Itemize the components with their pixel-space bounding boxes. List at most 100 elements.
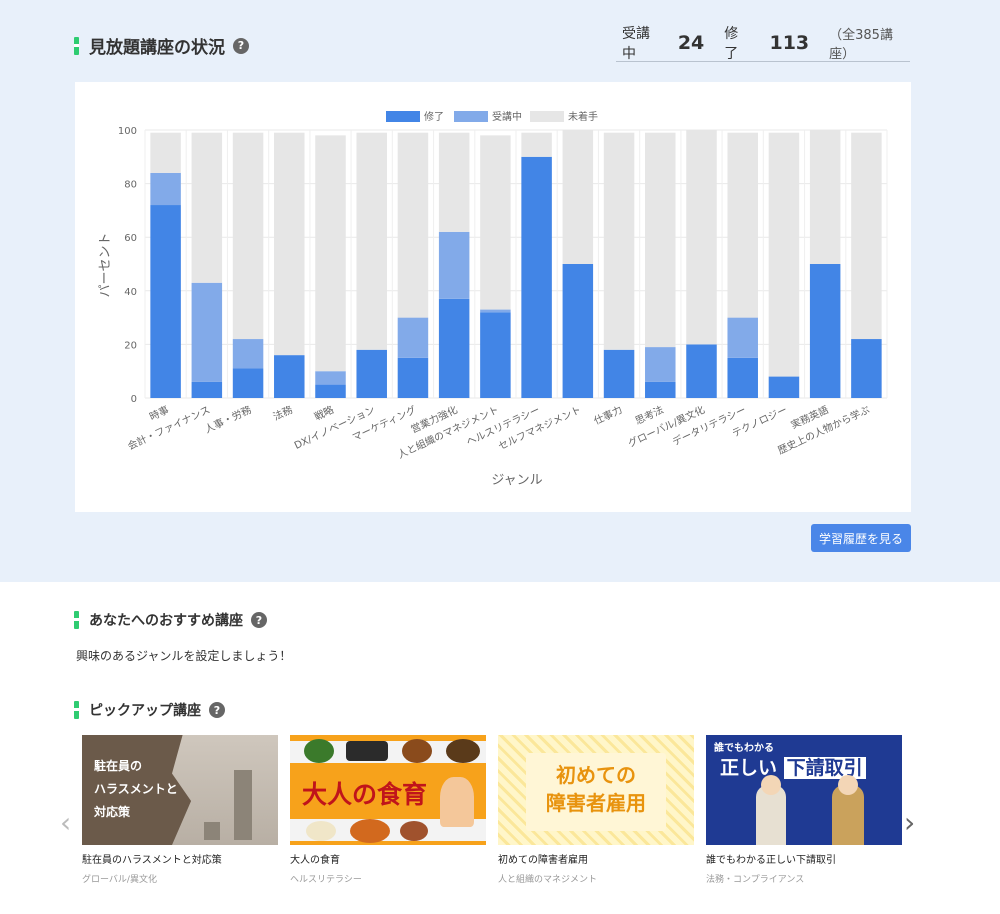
help-icon[interactable]: ?	[251, 612, 267, 628]
x-axis-ticks: 時事会計・ファイナンス人事・労務 法務 戦略DX/イノベーションマーケティング営業力…	[125, 403, 871, 461]
bar-segment[interactable]	[562, 130, 594, 264]
bar-segment[interactable]	[521, 132, 552, 157]
bar-segment[interactable]	[438, 132, 470, 232]
course-card[interactable]: 初めての 障害者雇用 初めての障害者雇用 人と組織のマネジメント	[498, 735, 694, 885]
y-tick-label: 0	[131, 394, 137, 405]
y-tick-label: 80	[124, 180, 137, 191]
bar-segment[interactable]	[232, 368, 264, 398]
y-tick-label: 100	[118, 126, 137, 137]
course-thumbnail[interactable]: 誰でもわかる 正しい 下請取引	[706, 735, 902, 845]
bar-segment[interactable]	[191, 282, 223, 382]
course-title[interactable]: 誰でもわかる正しい下請取引	[706, 851, 902, 866]
course-title[interactable]: 初めての障害者雇用	[498, 851, 694, 866]
course-thumbnail[interactable]: 初めての 障害者雇用	[498, 735, 694, 845]
thumb-line: 障害者雇用	[546, 791, 646, 815]
course-genre: ヘルスリテラシー	[290, 875, 362, 885]
thumb-background-shape	[172, 735, 278, 845]
completed-label: 修了	[724, 25, 739, 62]
legend-label[interactable]: 修了	[424, 110, 444, 123]
thumb-text: 大人の食育	[302, 780, 428, 809]
bar-segment[interactable]	[397, 357, 429, 398]
help-icon[interactable]: ?	[233, 37, 249, 54]
pillar-figure	[234, 770, 252, 840]
bar-segment[interactable]	[603, 349, 635, 398]
thumb-text: 駐在員の ハラスメントと 対応策	[94, 755, 178, 824]
legend-swatch[interactable]	[386, 111, 420, 122]
bar-segment[interactable]	[809, 264, 841, 398]
bar-segment[interactable]	[356, 349, 387, 398]
section-marker	[74, 611, 79, 629]
bar-segment[interactable]	[150, 172, 181, 206]
genre-progress-chart: 修了 受講中 未着手 0 20 40 60 80 100 時事会計・ファイナンス人事・労務 法務…	[98, 110, 888, 488]
bar-segment[interactable]	[645, 381, 676, 398]
course-card[interactable]: 大人の食育 大人の食育 ヘルスリテラシー	[290, 735, 486, 885]
bar-segment[interactable]	[480, 135, 511, 310]
thumb-line: ハラスメントと	[94, 782, 178, 796]
bar-segment[interactable]	[315, 384, 346, 398]
bar-segment[interactable]	[356, 132, 387, 350]
bar-segment[interactable]	[727, 317, 758, 358]
x-axis-label: ジャンル	[491, 473, 542, 488]
bar-segment[interactable]	[232, 132, 264, 340]
course-title[interactable]: 大人の食育	[290, 851, 486, 866]
y-tick-label: 40	[124, 287, 137, 298]
bar-segment[interactable]	[768, 132, 800, 377]
y-axis-ticks: 0 20 40 60 80 100	[118, 126, 137, 405]
bar-segment[interactable]	[438, 231, 470, 299]
bar-segment[interactable]	[315, 135, 346, 372]
legend-label[interactable]: 未着手	[568, 110, 598, 123]
in-progress-label: 受講中	[622, 25, 650, 62]
help-icon[interactable]: ?	[209, 702, 225, 718]
person-illustration	[440, 777, 474, 827]
legend-swatch[interactable]	[530, 111, 564, 122]
bar-segment[interactable]	[150, 205, 181, 398]
bar-segment[interactable]	[315, 371, 346, 385]
bar-segment[interactable]	[480, 312, 511, 398]
section-marker	[74, 701, 79, 719]
course-title[interactable]: 駐在員のハラスメントと対応策	[82, 851, 278, 866]
legend-label[interactable]: 受講中	[492, 110, 522, 123]
bar-segment[interactable]	[768, 376, 800, 398]
course-thumbnail[interactable]: 大人の食育	[290, 735, 486, 845]
bar-segment[interactable]	[809, 130, 841, 264]
thumb-text: 初めての 障害者雇用	[498, 761, 694, 817]
bar-segment[interactable]	[645, 132, 676, 348]
bar-segment[interactable]	[150, 132, 181, 173]
bar-segment[interactable]	[480, 309, 511, 313]
bar-segment[interactable]	[686, 130, 717, 345]
bar-segment[interactable]	[727, 132, 758, 318]
course-card[interactable]: 誰でもわかる 正しい 下請取引 誰でもわかる正しい下請取引 法務・コンプライアン…	[706, 735, 902, 885]
bar-segment[interactable]	[521, 156, 552, 398]
bar-segment[interactable]	[645, 347, 676, 382]
x-tick-label: 時事	[147, 403, 171, 423]
bar-segment[interactable]	[686, 344, 717, 398]
bar-segment[interactable]	[397, 132, 429, 318]
bar-segment[interactable]	[438, 298, 470, 398]
in-progress-count: 24	[677, 31, 705, 54]
course-card[interactable]: 駐在員の ハラスメントと 対応策 駐在員のハラスメントと対応策 グローバル/異文…	[82, 735, 278, 885]
course-genre: 法務・コンプライアンス	[706, 875, 805, 885]
course-stats: 受講中 24 修了 113 （全385講座）	[616, 24, 910, 62]
carousel-prev-arrow[interactable]: ‹	[60, 806, 71, 839]
bar-segment[interactable]	[274, 355, 305, 398]
bar-segment[interactable]	[562, 264, 594, 398]
course-thumbnail[interactable]: 駐在員の ハラスメントと 対応策	[82, 735, 278, 845]
bar-segment[interactable]	[191, 381, 223, 398]
legend-swatch[interactable]	[454, 111, 488, 122]
food-image	[446, 739, 480, 763]
bar-segment[interactable]	[397, 317, 429, 358]
bar-segment[interactable]	[191, 132, 223, 283]
bar-segment[interactable]	[851, 132, 882, 340]
bar-segment[interactable]	[232, 339, 264, 369]
carousel-next-arrow[interactable]: ›	[904, 806, 915, 839]
person-head	[761, 775, 781, 795]
bar-segment[interactable]	[274, 132, 305, 356]
bar-segment[interactable]	[603, 132, 635, 350]
course-genre: グローバル/異文化	[82, 875, 157, 885]
y-tick-label: 20	[124, 340, 137, 351]
bar-segment[interactable]	[727, 357, 758, 398]
bar-segment[interactable]	[851, 339, 882, 398]
genre-progress-chart-card: 修了 受講中 未着手 0 20 40 60 80 100 時事 会計・ファイナンス 人事・労務 法務…	[75, 82, 911, 512]
learning-history-button[interactable]: 学習履歴を見る	[811, 524, 911, 552]
food-image	[400, 821, 428, 841]
